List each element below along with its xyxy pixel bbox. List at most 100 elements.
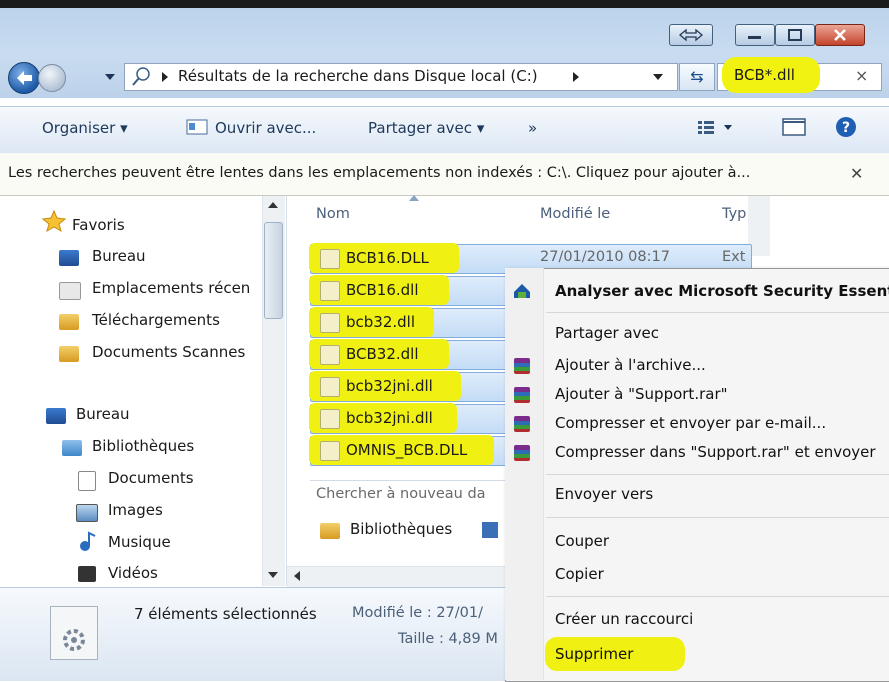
dll-file-icon [320,377,340,397]
folder-icon [59,346,79,362]
more-commands-button[interactable]: » [528,119,537,137]
nav-favorites[interactable]: Favoris [72,216,125,234]
nav-item-desktop[interactable]: Bureau [92,247,146,265]
menu-item-create-shortcut[interactable]: Créer un raccourci [555,610,693,628]
videos-icon [78,566,96,582]
nav-images[interactable]: Images [108,501,163,519]
close-window-button[interactable] [815,24,865,46]
share-with-button[interactable]: Partager avec ▾ [368,119,484,137]
gear-icon [63,629,85,651]
svg-text:?: ? [842,120,850,136]
sort-ascending-icon [409,195,419,201]
nav-item-scanned[interactable]: Documents Scannes [92,343,245,361]
libraries-folder-icon [320,523,340,539]
menu-item-scan[interactable]: Analyser avec Microsoft Security Essent [555,282,889,300]
search-again-libraries[interactable]: Bibliothèques [350,520,452,538]
indexing-warning[interactable]: Les recherches peuvent être lentes dans … [8,165,750,181]
preview-pane-icon[interactable] [781,117,807,137]
winrar-icon [514,416,530,432]
file-name[interactable]: bcb32jni.dll [346,377,433,395]
minimize-button[interactable] [735,24,775,46]
share-with-label: Partager avec [368,119,473,137]
scroll-left-icon[interactable] [292,570,302,582]
menu-item-delete[interactable]: Supprimer [555,645,633,663]
nav-item-recent[interactable]: Emplacements récen [92,279,250,297]
file-type: Ext [722,249,746,265]
forward-button[interactable] [38,64,66,92]
images-icon [76,504,98,522]
search-again-label: Chercher à nouveau da [316,486,486,502]
open-with-icon [186,119,208,135]
dll-file-icon [320,313,340,333]
file-name[interactable]: bcb32jni.dll [346,409,433,427]
libraries-icon [62,440,82,456]
menu-item-add-support[interactable]: Ajouter à "Support.rar" [555,385,728,403]
documents-icon [78,471,96,491]
nav-videos[interactable]: Vidéos [108,564,158,582]
menu-item-add-archive[interactable]: Ajouter à l'archive... [555,356,706,374]
window-top-edge [0,0,889,8]
menu-separator [546,474,889,475]
menu-item-compress-support[interactable]: Compresser dans "Support.rar" et envoyer [555,443,876,461]
nav-documents[interactable]: Documents [108,469,194,487]
close-icon [834,29,846,41]
file-name[interactable]: BCB32.dll [346,345,419,363]
minimize-icon [748,36,761,39]
file-name[interactable]: OMNIS_BCB.DLL [346,441,467,459]
dll-file-icon [320,249,340,269]
divider [310,480,510,481]
breadcrumb-arrow-icon[interactable] [571,70,581,84]
nav-item-downloads[interactable]: Téléchargements [92,311,220,329]
context-menu-icon-gutter [505,268,544,680]
column-modified[interactable]: Modifié le [540,206,610,222]
selection-count: 7 éléments sélectionnés [134,605,317,623]
recent-places-icon [59,282,81,300]
menu-separator [546,312,889,313]
computer-icon[interactable] [482,522,498,538]
recent-pages-chevron-icon[interactable] [104,72,116,82]
breadcrumb-search-results[interactable]: Résultats de la recherche dans Disque lo… [178,67,538,85]
dll-file-icon [320,281,340,301]
menu-item-share[interactable]: Partager avec [555,324,659,342]
view-options-icon[interactable] [697,119,735,135]
clear-search-icon[interactable]: × [855,66,868,85]
menu-item-compress-email[interactable]: Compresser et envoyer par e-mail... [555,414,826,432]
file-name[interactable]: BCB16.DLL [346,249,429,267]
menu-item-cut[interactable]: Couper [555,532,609,550]
menu-item-send-to[interactable]: Envoyer vers [555,485,653,503]
organize-label: Organiser [42,119,116,137]
switch-window-button[interactable] [669,24,713,46]
dll-file-icon [320,409,340,429]
details-modified: Modifié le : 27/01/ [352,605,484,621]
horizontal-scrollbar[interactable] [287,566,507,587]
search-icon [132,67,150,86]
winrar-icon [514,387,530,403]
winrar-icon [514,358,530,374]
favorites-star-icon [42,210,66,232]
address-dropdown-icon[interactable] [652,72,664,82]
open-with-button[interactable]: Ouvrir avec... [215,119,316,137]
file-name[interactable]: BCB16.dll [346,281,419,299]
refresh-button[interactable]: ⇆ [679,63,715,91]
column-name[interactable]: Nom [316,206,350,222]
file-name[interactable]: bcb32.dll [346,313,415,331]
maximize-button[interactable] [775,24,815,46]
nav-libraries[interactable]: Bibliothèques [92,437,194,455]
desktop-icon [59,250,79,266]
nav-music[interactable]: Musique [108,533,171,551]
organize-button[interactable]: Organiser ▾ [42,119,128,137]
winrar-icon [514,445,530,461]
help-icon[interactable]: ? [835,116,857,138]
menu-item-copy[interactable]: Copier [555,565,604,583]
breadcrumb-arrow-icon[interactable] [160,70,170,84]
scroll-down-icon[interactable] [266,570,280,580]
column-type[interactable]: Typ [722,206,746,222]
menu-separator [546,596,889,597]
close-infobar-icon[interactable]: ✕ [850,164,863,183]
back-button[interactable] [8,62,40,94]
dll-file-icon [320,345,340,365]
nav-desktop[interactable]: Bureau [76,405,130,423]
scroll-up-icon[interactable] [266,200,280,210]
search-input[interactable]: BCB*.dll [734,66,795,84]
nav-scroll-thumb[interactable] [264,222,283,319]
